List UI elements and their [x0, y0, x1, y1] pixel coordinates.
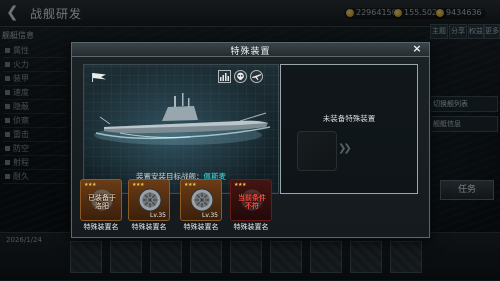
card-frame: ★★★ 当前条件 不符 — [230, 179, 272, 221]
card-name: 特殊装置名 — [131, 223, 167, 231]
ship-class-icon — [218, 70, 231, 83]
card-frame: ★★★ Lv.35 — [180, 179, 222, 221]
aircraft-icon — [250, 70, 263, 83]
flag-icon — [92, 73, 106, 82]
engine-icon — [138, 188, 162, 212]
card-status: 当前条件 不符 — [238, 194, 266, 210]
device-card[interactable]: ★★★ 已装备于 洛阳 特殊装置名 — [79, 179, 123, 235]
device-detail-panel: 未装备特殊装置 — [280, 64, 418, 194]
device-card[interactable]: ★★★ 当前条件 不符 特殊装置名 — [229, 179, 273, 235]
card-name: 特殊装置名 — [233, 223, 269, 231]
close-button[interactable]: × — [411, 43, 423, 55]
device-card[interactable]: ★★★ Lv.35 特殊装置名 — [127, 179, 171, 235]
card-level: Lv.35 — [150, 212, 166, 219]
card-frame: ★★★ 已装备于 洛阳 — [80, 179, 122, 221]
device-card[interactable]: ★★★ Lv.35 特殊装置名 — [179, 179, 223, 235]
card-name: 特殊装置名 — [83, 223, 119, 231]
submarine-illustration — [94, 93, 271, 145]
card-name: 特殊装置名 — [183, 223, 219, 231]
ship-preview: 装置安装目标战舰：佩斯麦 — [83, 64, 279, 194]
card-status: 已装备于 洛阳 — [88, 194, 116, 210]
engine-icon — [190, 188, 214, 212]
skull-icon — [234, 70, 247, 83]
special-device-dialog: 特殊装置 × 装置安装目标战舰：佩斯麦 未装备特殊装置 ★★★ 已装备于 洛阳 … — [71, 42, 430, 238]
card-level: Lv.35 — [202, 212, 218, 219]
dialog-header: 特殊装置 × — [72, 43, 429, 57]
dialog-title: 特殊装置 — [230, 47, 271, 57]
card-frame: ★★★ Lv.35 — [128, 179, 170, 221]
empty-device-text: 未装备特殊装置 — [322, 114, 376, 123]
device-card-list: ★★★ 已装备于 洛阳 特殊装置名 ★★★ Lv.35 特殊装置名 ★★★ Lv… — [79, 179, 272, 235]
